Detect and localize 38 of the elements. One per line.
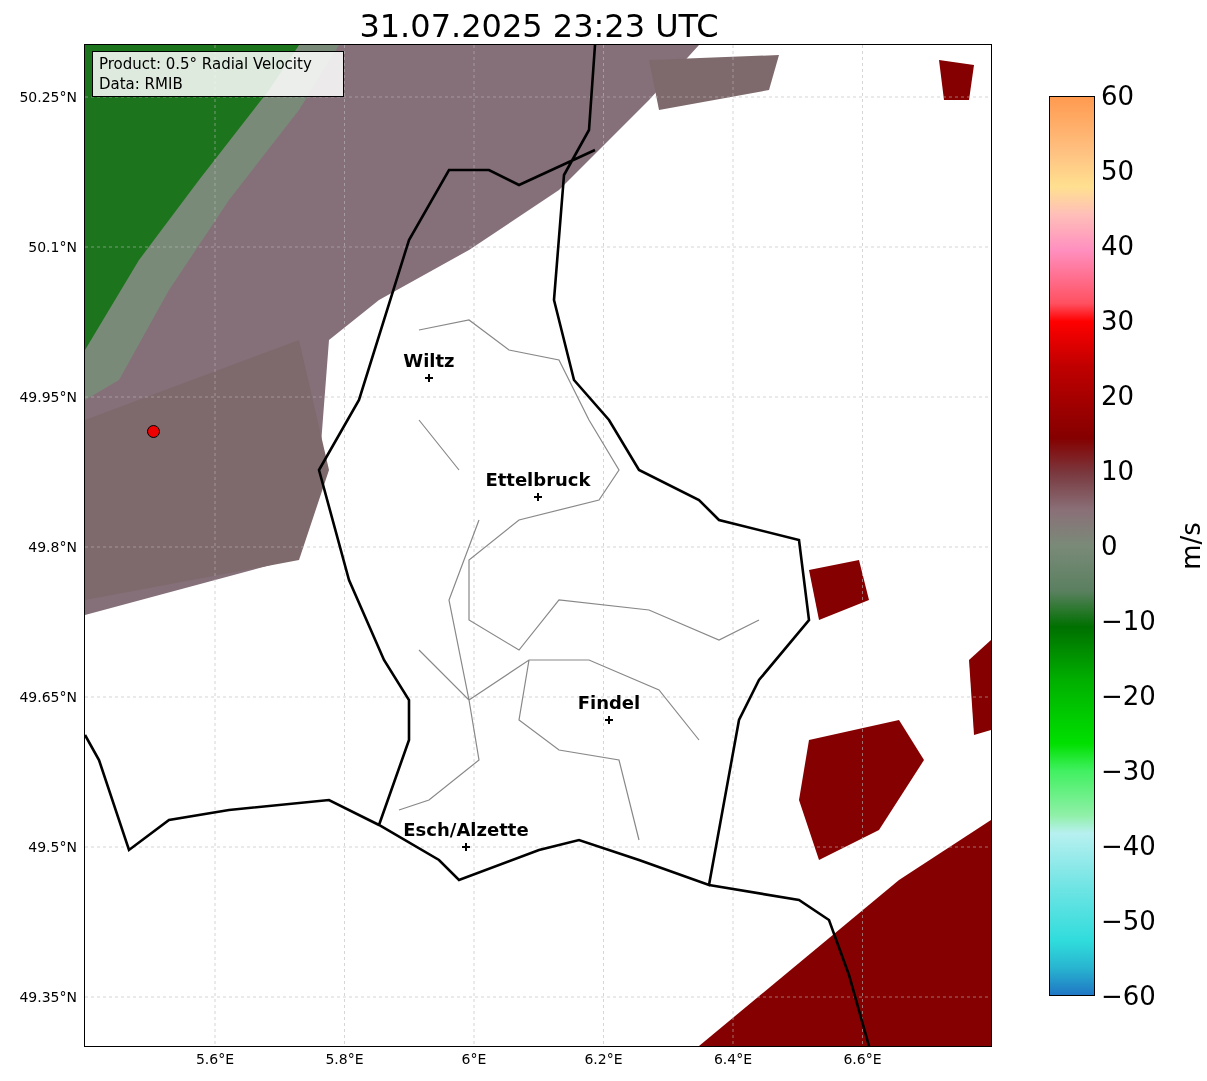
colorbar-tick-label: −30 (1100, 756, 1156, 786)
colorbar-tick-label: −50 (1100, 906, 1156, 936)
colorbar-tick-label: 0 (1100, 531, 1118, 561)
city-marker-icon (604, 716, 613, 724)
axis-tick-label: 6.6°E (843, 1051, 882, 1067)
colorbar-tick-label: 50 (1100, 156, 1135, 186)
colorbar-tick-label: −20 (1100, 681, 1156, 711)
axis-tick-label: 50.25°N (19, 89, 77, 105)
axis-tick-label: 6.4°E (713, 1051, 752, 1067)
colorbar-tick-label: 30 (1100, 306, 1135, 336)
axis-tick-label: 49.35°N (19, 989, 77, 1005)
colorbar-tick-label: −10 (1100, 606, 1156, 636)
city-label: Esch/Alzette (403, 819, 529, 840)
city-label: Ettelbruck (485, 469, 591, 490)
city-label: Wiltz (403, 350, 455, 371)
city-marker-icon (533, 493, 542, 501)
city-marker-icon (461, 843, 470, 851)
legend-text: Product: 0.5° Radial Velocity (98, 54, 313, 74)
legend-text: Data: RMIB (98, 74, 184, 94)
axis-tick-label: 49.5°N (28, 839, 77, 855)
colorbar-tick-label: −40 (1100, 831, 1156, 861)
city-marker-icon (424, 374, 433, 382)
colorbar-tick-label: 60 (1100, 81, 1135, 111)
axis-tick-label: 49.95°N (19, 389, 77, 405)
axis-tick-label: 5.6°E (195, 1051, 234, 1067)
colorbar-tick-label: 10 (1100, 456, 1135, 486)
colorbar-tick-label: 40 (1100, 231, 1135, 261)
colorbar-tick-label: −60 (1100, 981, 1156, 1011)
axis-tick-label: 5.8°E (325, 1051, 364, 1067)
axis-tick-label: 6°E (461, 1051, 487, 1067)
axis-tick-label: 49.8°N (28, 539, 77, 555)
axis-tick-label: 6.2°E (584, 1051, 623, 1067)
axis-tick-label: 50.1°N (28, 239, 77, 255)
colorbar-tick-label: 20 (1100, 381, 1135, 411)
colorbar-label: m/s (1175, 522, 1206, 570)
axis-tick-label: 49.65°N (19, 689, 77, 705)
chart-title: 31.07.2025 23:23 UTC (358, 6, 720, 45)
city-label: Findel (577, 692, 641, 713)
